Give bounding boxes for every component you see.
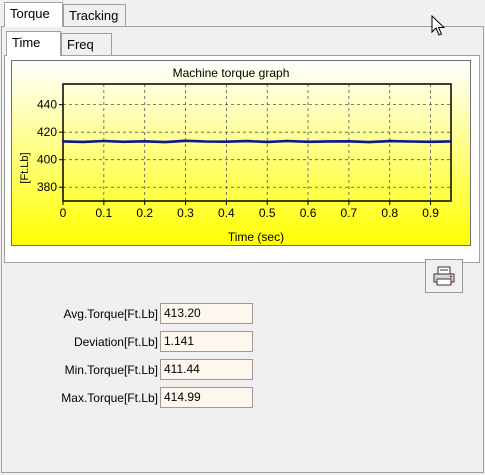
deviation-label: Deviation[Ft.Lb] <box>73 335 158 349</box>
tab-torque-label: Torque <box>10 6 50 21</box>
x-tick-label: 0.3 <box>177 206 194 220</box>
x-tick-label: 0.2 <box>136 206 153 220</box>
torque-data-point <box>204 140 208 143</box>
y-tick-label: 400 <box>37 153 57 167</box>
chart-title: Machine torque graph <box>173 66 290 80</box>
tab-tracking[interactable]: Tracking <box>63 4 126 26</box>
torque-data-point <box>429 140 432 144</box>
chart-background <box>11 60 471 246</box>
y-axis-label: [Ft.Lb] <box>19 152 31 183</box>
torque-data-point <box>368 140 371 144</box>
tab-time[interactable]: Time <box>6 31 61 56</box>
tab-time-label: Time <box>12 35 41 50</box>
x-axis-label: Time (sec) <box>228 230 284 244</box>
tab-freq[interactable]: Freq <box>61 33 112 55</box>
y-tick-label: 440 <box>37 98 57 112</box>
torque-data-point <box>449 140 453 143</box>
max-torque-label: Max.Torque[Ft.Lb] <box>61 391 158 405</box>
x-tick-label: 0.5 <box>259 206 276 220</box>
x-tick-label: 0.1 <box>95 206 112 220</box>
torque-data-point <box>286 139 289 143</box>
torque-data-point <box>143 140 146 143</box>
x-tick-label: 0.4 <box>218 206 235 220</box>
torque-data-point <box>123 140 126 144</box>
torque-data-point <box>388 139 391 143</box>
torque-data-point <box>102 139 106 143</box>
torque-data-point <box>82 140 85 144</box>
torque-data-point <box>184 139 187 143</box>
x-tick-label: 0.8 <box>381 206 398 220</box>
max-torque-field[interactable]: 414.99 <box>160 387 253 408</box>
x-tick-label: 0.9 <box>422 206 439 220</box>
deviation-field[interactable]: 1.141 <box>160 331 253 352</box>
torque-chart: Machine torque graph [Ft.Lb] Time (sec) … <box>11 60 471 246</box>
x-tick-label: 0.6 <box>300 206 317 220</box>
torque-data-point <box>347 140 351 143</box>
y-tick-label: 380 <box>37 180 57 194</box>
min-torque-field[interactable]: 411.44 <box>160 359 253 380</box>
x-tick-label: 0.7 <box>341 206 358 220</box>
torque-data-point <box>266 140 269 144</box>
tab-tracking-label: Tracking <box>69 8 119 23</box>
avg-torque-field[interactable]: 413.20 <box>160 303 253 324</box>
print-button[interactable] <box>425 259 463 293</box>
torque-data-point <box>245 139 248 143</box>
y-tick-label: 420 <box>37 125 57 139</box>
printer-icon <box>433 266 455 286</box>
mouse-pointer-icon <box>431 15 446 36</box>
tab-freq-label: Freq <box>67 37 94 52</box>
torque-data-point <box>408 140 412 143</box>
torque-data-point <box>225 140 228 143</box>
min-torque-label: Min.Torque[Ft.Lb] <box>64 363 158 377</box>
x-tick-label: 0 <box>60 206 67 220</box>
avg-torque-label: Avg.Torque[Ft.Lb] <box>63 307 159 321</box>
torque-data-point <box>306 140 310 144</box>
torque-data-point <box>61 140 65 143</box>
torque-data-point <box>163 140 167 144</box>
tab-torque[interactable]: Torque <box>4 2 63 27</box>
torque-data-point <box>327 140 330 143</box>
torque-series-line <box>62 139 452 144</box>
